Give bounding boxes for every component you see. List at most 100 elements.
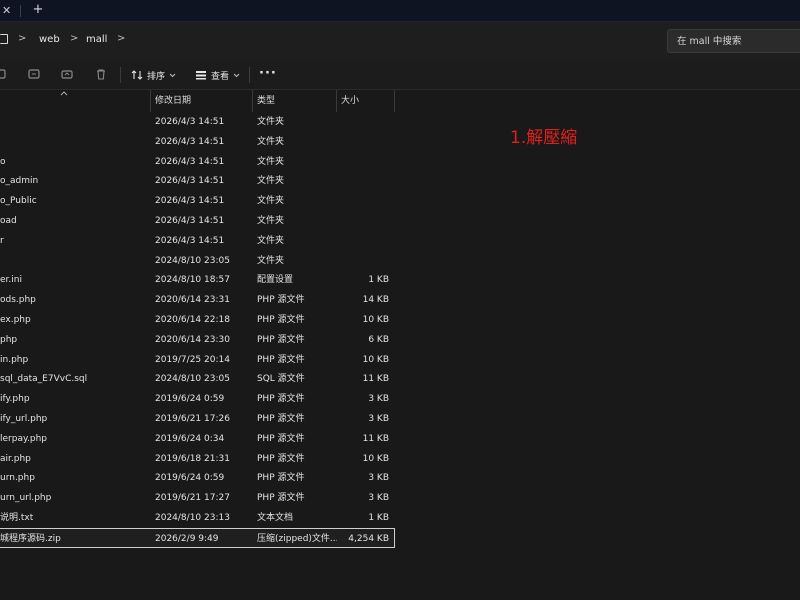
file-date: 2019/6/24 0:34 [155, 433, 225, 444]
file-row[interactable]: sql_data_E7VvC.sql 2024/8/10 23:05 SQL 源文件… [0, 369, 395, 389]
file-size [337, 171, 389, 191]
file-name: in.php [0, 354, 29, 365]
annotation-text: 1.解壓縮 [510, 128, 578, 148]
file-row[interactable]: oad 2026/4/3 14:51 文件夹 [0, 211, 395, 231]
file-type: PHP 源文件 [257, 334, 305, 345]
file-name [0, 132, 148, 152]
file-date: 2019/6/21 17:26 [155, 414, 230, 424]
file-date: 2024/8/10 23:05 [155, 374, 230, 385]
file-date: 2024/8/10 23:05 [155, 255, 230, 266]
file-size: 11 KB [362, 374, 389, 385]
file-date: 2024/8/10 23:13 [155, 513, 230, 523]
more-options-button[interactable]: ··· [259, 66, 277, 81]
file-type: 文件夹 [257, 196, 285, 207]
file-row[interactable]: o_admin 2026/4/3 14:51 文件夹 [0, 171, 395, 191]
column-divider[interactable] [394, 90, 395, 112]
view-icon [196, 71, 206, 80]
file-name: sql_data_E7VvC.sql [0, 374, 88, 385]
file-row[interactable]: ex.php 2020/6/14 22:18 PHP 源文件 10 KB [0, 310, 395, 330]
breadcrumb-separator-icon[interactable]: > [117, 33, 125, 45]
sort-button[interactable]: 排序 [131, 67, 176, 83]
sort-icon [131, 70, 143, 80]
toolbar-divider [249, 67, 250, 83]
file-size [337, 231, 389, 251]
file-size [337, 112, 389, 132]
file-size [337, 191, 389, 211]
file-row[interactable]: lerpay.php 2019/6/24 0:34 PHP 源文件 11 KB [0, 429, 395, 449]
file-size [337, 152, 389, 172]
search-input[interactable] [668, 30, 800, 52]
file-row[interactable]: air.php 2019/6/18 21:31 PHP 源文件 10 KB [0, 449, 395, 469]
cut-icon[interactable] [0, 68, 12, 80]
file-size: 10 KB [362, 354, 389, 365]
tab-strip: ✕ + [0, 0, 800, 22]
file-size: 3 KB [368, 414, 389, 424]
file-type: PHP 源文件 [257, 473, 305, 484]
file-date: 2026/4/3 14:51 [155, 196, 225, 207]
file-type: PHP 源文件 [257, 394, 305, 405]
delete-icon[interactable] [95, 68, 107, 80]
file-type: 配置设置 [257, 275, 294, 286]
column-header-date[interactable]: 修改日期 [151, 90, 252, 112]
share-icon[interactable] [61, 68, 73, 80]
file-name: o_admin [0, 176, 39, 187]
file-name: lerpay.php [0, 433, 47, 444]
tab-divider [20, 5, 21, 17]
file-row[interactable]: er.ini 2024/8/10 18:57 配置设置 1 KB [0, 270, 395, 290]
file-type: SQL 源文件 [257, 374, 305, 385]
sort-label: 排序 [147, 71, 166, 82]
file-row[interactable]: 说明.txt 2024/8/10 23:13 文本文档 1 KB [0, 508, 395, 528]
file-row[interactable]: ods.php 2020/6/14 23:31 PHP 源文件 14 KB [0, 290, 395, 310]
this-pc-icon[interactable] [0, 34, 8, 44]
file-row[interactable]: 2024/8/10 23:05 文件夹 [0, 251, 395, 271]
breadcrumb-separator-icon[interactable]: > [70, 33, 78, 45]
file-row[interactable]: r 2026/4/3 14:51 文件夹 [0, 231, 395, 251]
breadcrumb-separator-icon[interactable]: > [18, 33, 26, 45]
column-header-type[interactable]: 类型 [253, 90, 336, 112]
file-row[interactable]: o 2026/4/3 14:51 文件夹 [0, 152, 395, 172]
file-name: ods.php [0, 295, 36, 306]
file-row[interactable]: urn.php 2019/6/24 0:59 PHP 源文件 3 KB [0, 468, 395, 488]
file-type: PHP 源文件 [257, 433, 305, 444]
view-button[interactable]: 查看 [195, 67, 240, 83]
column-header-size[interactable]: 大小 [337, 90, 394, 112]
search-box[interactable] [667, 29, 800, 53]
file-date: 2019/6/24 0:59 [155, 394, 225, 405]
file-size: 3 KB [368, 394, 389, 405]
column-header-name[interactable] [0, 90, 150, 112]
file-row[interactable]: o_Public 2026/4/3 14:51 文件夹 [0, 191, 395, 211]
close-tab-icon[interactable]: ✕ [0, 3, 20, 19]
file-row[interactable]: php 2020/6/14 23:30 PHP 源文件 6 KB [0, 330, 395, 350]
file-type: 文件夹 [257, 156, 285, 167]
file-row[interactable]: ify.php 2019/6/24 0:59 PHP 源文件 3 KB [0, 389, 395, 409]
file-row[interactable]: ify_url.php 2019/6/21 17:26 PHP 源文件 3 KB [0, 409, 395, 429]
command-bar: 排序 查看 ··· [0, 60, 800, 90]
file-row[interactable]: urn_url.php 2019/6/21 17:27 PHP 源文件 3 KB [0, 488, 395, 508]
file-size: 14 KB [362, 295, 389, 306]
file-row[interactable]: 2026/4/3 14:51 文件夹 [0, 132, 395, 152]
file-size: 1 KB [368, 513, 389, 523]
file-size: 1 KB [368, 275, 389, 286]
new-tab-button[interactable]: + [30, 2, 46, 18]
file-name: r [0, 235, 4, 246]
file-name: o [0, 156, 6, 167]
file-size: 3 KB [368, 493, 389, 504]
file-size: 10 KB [362, 453, 389, 464]
file-row[interactable]: 2026/4/3 14:51 文件夹 [0, 112, 395, 132]
file-type: PHP 源文件 [257, 493, 305, 504]
file-row[interactable]: in.php 2019/7/25 20:14 PHP 源文件 10 KB [0, 350, 395, 370]
file-name: ify.php [0, 394, 30, 405]
file-type: PHP 源文件 [257, 295, 305, 306]
file-size [337, 211, 389, 231]
file-name: 城程序源码.zip [0, 533, 61, 544]
file-row[interactable]: 城程序源码.zip 2026/2/9 9:49 压缩(zipped)文件... 4,2… [0, 527, 395, 548]
file-name [0, 251, 148, 271]
file-date: 2019/6/18 21:31 [155, 453, 230, 464]
file-type: PHP 源文件 [257, 315, 305, 325]
file-name: 说明.txt [0, 513, 34, 523]
breadcrumb-item-mall[interactable]: mall [86, 34, 107, 46]
file-name: er.ini [0, 275, 22, 286]
file-name [0, 112, 148, 132]
breadcrumb-item-web[interactable]: web [39, 34, 60, 46]
copy-icon[interactable] [28, 68, 40, 80]
